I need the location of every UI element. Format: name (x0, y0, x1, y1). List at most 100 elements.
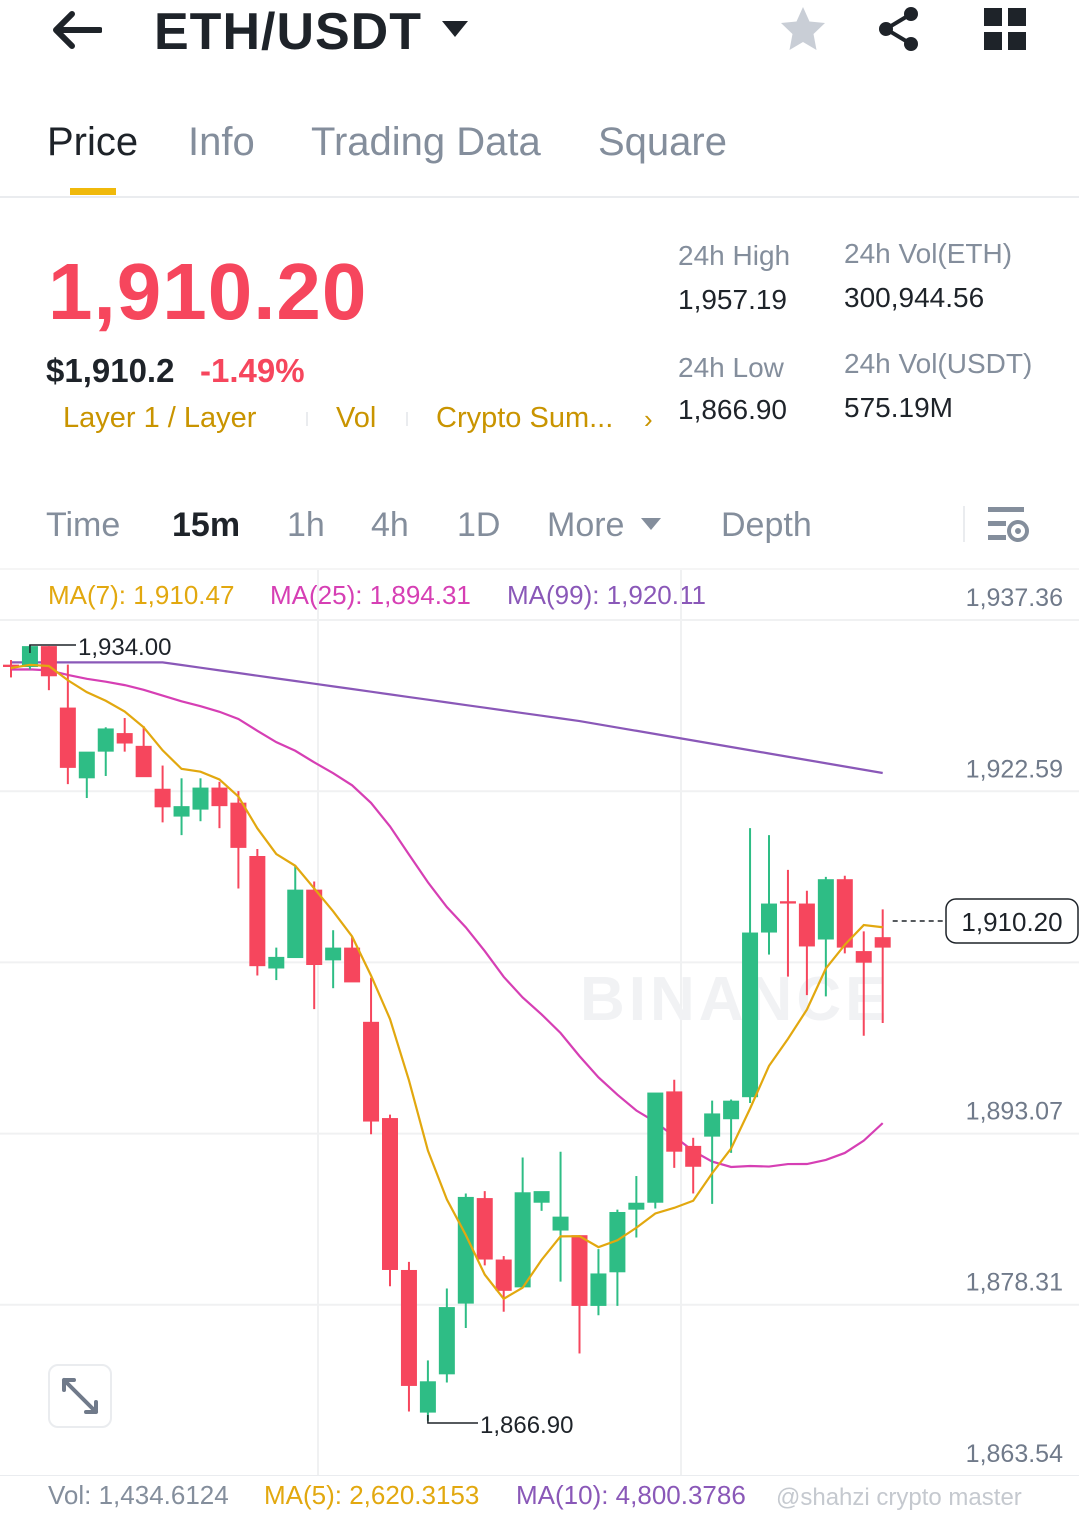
candle-body (817, 879, 834, 940)
divider (0, 196, 1079, 198)
interval-time[interactable]: Time (46, 506, 120, 545)
chevron-down-icon[interactable] (640, 516, 662, 532)
candle-body (438, 1307, 455, 1375)
vol-eth-label: 24h Vol(ETH) (844, 238, 1013, 269)
low-value: 1,866.90 (678, 394, 787, 425)
candle-body (647, 1092, 664, 1203)
candle-body (704, 1113, 721, 1137)
tag-separator (406, 412, 408, 426)
tag-crypto-summary[interactable]: Crypto Sum... (436, 402, 613, 435)
candle-body (723, 1100, 740, 1120)
candle-body (476, 1198, 493, 1260)
candle-body (173, 806, 190, 817)
candle-body (514, 1192, 531, 1288)
candle-body (533, 1191, 550, 1203)
candle-body (590, 1273, 607, 1306)
chart-settings-icon[interactable] (986, 504, 1030, 546)
y-axis-label: 1,878.31 (966, 1269, 1063, 1297)
candle-body (306, 889, 323, 966)
price-change-percent: -1.49% (200, 352, 305, 389)
tab-square[interactable]: Square (598, 120, 727, 165)
high-marker-label: 1,934.00 (78, 634, 171, 661)
low-marker-line (427, 1415, 478, 1424)
candle-body (325, 947, 342, 961)
vol-usdt-label: 24h Vol(USDT) (844, 348, 1033, 379)
candle-body (40, 646, 57, 677)
interval-more[interactable]: More (547, 506, 624, 545)
candle-body (571, 1235, 588, 1306)
candle-body (798, 903, 815, 947)
candle-body (192, 787, 209, 810)
candle-body (287, 889, 304, 959)
candle-body (230, 802, 247, 848)
candle-body (116, 733, 133, 744)
chevron-right-icon[interactable]: › (644, 404, 653, 435)
y-axis-label: 1,893.07 (966, 1098, 1063, 1126)
user-watermark: @shahzi crypto master (776, 1484, 1022, 1511)
candle-body (495, 1259, 512, 1291)
y-axis-label: 1,863.54 (966, 1440, 1063, 1468)
candle-body (419, 1381, 436, 1413)
active-tab-indicator (70, 188, 116, 195)
interval-1h[interactable]: 1h (287, 506, 325, 545)
candle-body (761, 903, 777, 933)
tab-trading-data[interactable]: Trading Data (311, 120, 541, 165)
usd-price: $1,910.2 (46, 352, 175, 389)
share-icon[interactable] (874, 4, 924, 54)
candlestick-chart[interactable]: BINANCE 1,934.00 1,866.90 1,937.36 1,922.5… (0, 570, 1079, 1476)
vol-usdt-value: 575.19M (844, 392, 953, 423)
candle-body (154, 788, 171, 808)
candle-body (135, 745, 152, 778)
candle-body (742, 932, 759, 1098)
candle-body (344, 947, 361, 983)
candle-body (268, 956, 285, 969)
divider (963, 506, 965, 542)
candle-body (836, 879, 853, 948)
volume-ma5: MA(5): 2,620.3153 (264, 1480, 480, 1510)
candle-body (211, 787, 228, 807)
candle-body (855, 951, 872, 963)
tag-layer1[interactable]: Layer 1 / Layer (63, 402, 256, 435)
vol-eth-value: 300,944.56 (844, 282, 985, 313)
low-marker-label: 1,866.90 (480, 1412, 573, 1439)
candle-body (874, 937, 891, 948)
interval-4h[interactable]: 4h (371, 506, 409, 545)
interval-1d[interactable]: 1D (457, 506, 500, 545)
low-label: 24h Low (678, 352, 784, 383)
candle-body (666, 1091, 683, 1152)
candle-body (249, 856, 266, 967)
tag-vol[interactable]: Vol (336, 402, 376, 435)
candle-body (363, 1021, 380, 1122)
back-arrow-icon[interactable] (50, 8, 102, 52)
volume-value: Vol: 1,434.6124 (48, 1480, 229, 1510)
candle-body (78, 751, 95, 779)
candle-body (779, 901, 796, 904)
chart-watermark: BINANCE (580, 965, 890, 1034)
candle-body (457, 1196, 474, 1304)
candle-body (685, 1145, 702, 1167)
y-axis-label: 1,937.36 (966, 584, 1063, 612)
interval-15m[interactable]: 15m (172, 506, 240, 545)
candle-body (628, 1202, 645, 1210)
candle-body (382, 1118, 398, 1270)
tab-price[interactable]: Price (47, 120, 138, 165)
last-price: 1,910.20 (48, 247, 368, 336)
candle-body (400, 1269, 417, 1386)
volume-ma10: MA(10): 4,800.3786 (516, 1480, 746, 1510)
candle-body (59, 707, 76, 768)
apps-grid-icon[interactable] (982, 6, 1028, 52)
candle-body (97, 728, 114, 752)
high-label: 24h High (678, 240, 791, 271)
expand-icon (62, 1378, 98, 1414)
candle-body (552, 1216, 569, 1231)
chevron-down-icon[interactable] (440, 18, 470, 40)
pair-title[interactable]: ETH/USDT (154, 2, 422, 62)
fullscreen-button[interactable] (48, 1364, 112, 1428)
star-icon[interactable] (778, 4, 828, 54)
high-value: 1,957.19 (678, 284, 787, 315)
tag-separator (306, 412, 308, 426)
current-price-label: 1,910.20 (961, 907, 1062, 937)
interval-depth[interactable]: Depth (721, 506, 812, 545)
y-axis-label: 1,922.59 (966, 755, 1063, 783)
tab-info[interactable]: Info (188, 120, 255, 165)
